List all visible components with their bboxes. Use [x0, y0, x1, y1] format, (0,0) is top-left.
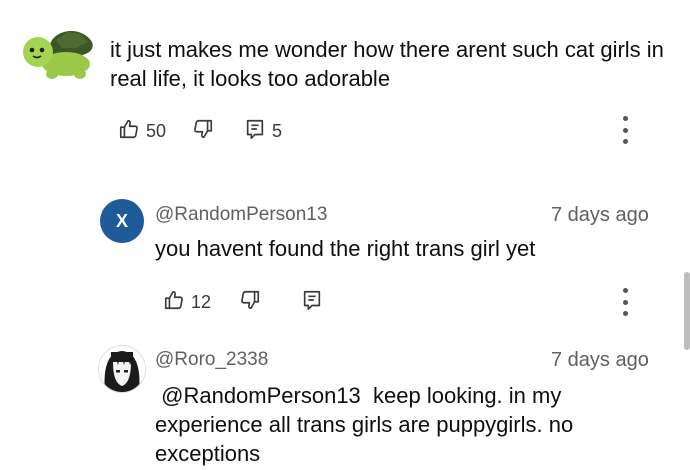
reply-icon: [244, 118, 266, 145]
reply-avatar[interactable]: X: [100, 199, 144, 243]
reply-avatar[interactable]: [98, 345, 146, 393]
reply-author-handle[interactable]: @RandomPerson13: [155, 204, 327, 226]
thumbs-up-icon: [118, 118, 140, 145]
thumbs-up-icon: [163, 289, 185, 316]
like-button[interactable]: 12: [163, 289, 211, 316]
like-button[interactable]: 50: [118, 118, 166, 145]
thumbs-down-icon: [239, 289, 261, 316]
like-count: 12: [191, 292, 212, 312]
reply-button[interactable]: [301, 289, 323, 316]
scrollbar-thumb[interactable]: [684, 272, 690, 350]
comment-actions: 50 5: [118, 118, 282, 145]
dislike-button[interactable]: [192, 118, 214, 145]
anime-avatar-icon: [99, 346, 145, 392]
reply-icon: [301, 289, 323, 316]
reply-actions: 12: [163, 289, 323, 316]
like-count: 50: [146, 121, 167, 141]
commenter-avatar-turtle[interactable]: [16, 22, 96, 82]
reply-text: @RandomPerson13 keep looking. in my expe…: [155, 383, 580, 466]
reply-button[interactable]: 5: [244, 118, 282, 145]
reply-timestamp: 7 days ago: [551, 349, 649, 371]
comment-thread: it just makes me wonder how there arent …: [0, 0, 690, 470]
reply-timestamp: 7 days ago: [551, 204, 649, 226]
more-vert-icon[interactable]: [619, 288, 631, 316]
more-vert-icon[interactable]: [619, 116, 631, 144]
reply-count: 5: [272, 121, 283, 141]
thumbs-down-icon: [192, 118, 214, 145]
comment-text: it just makes me wonder how there arent …: [110, 37, 664, 91]
reply-author-handle[interactable]: @Roro_2338: [155, 349, 268, 371]
dislike-button[interactable]: [239, 289, 261, 316]
reply-text: you havent found the right trans girl ye…: [155, 236, 536, 261]
